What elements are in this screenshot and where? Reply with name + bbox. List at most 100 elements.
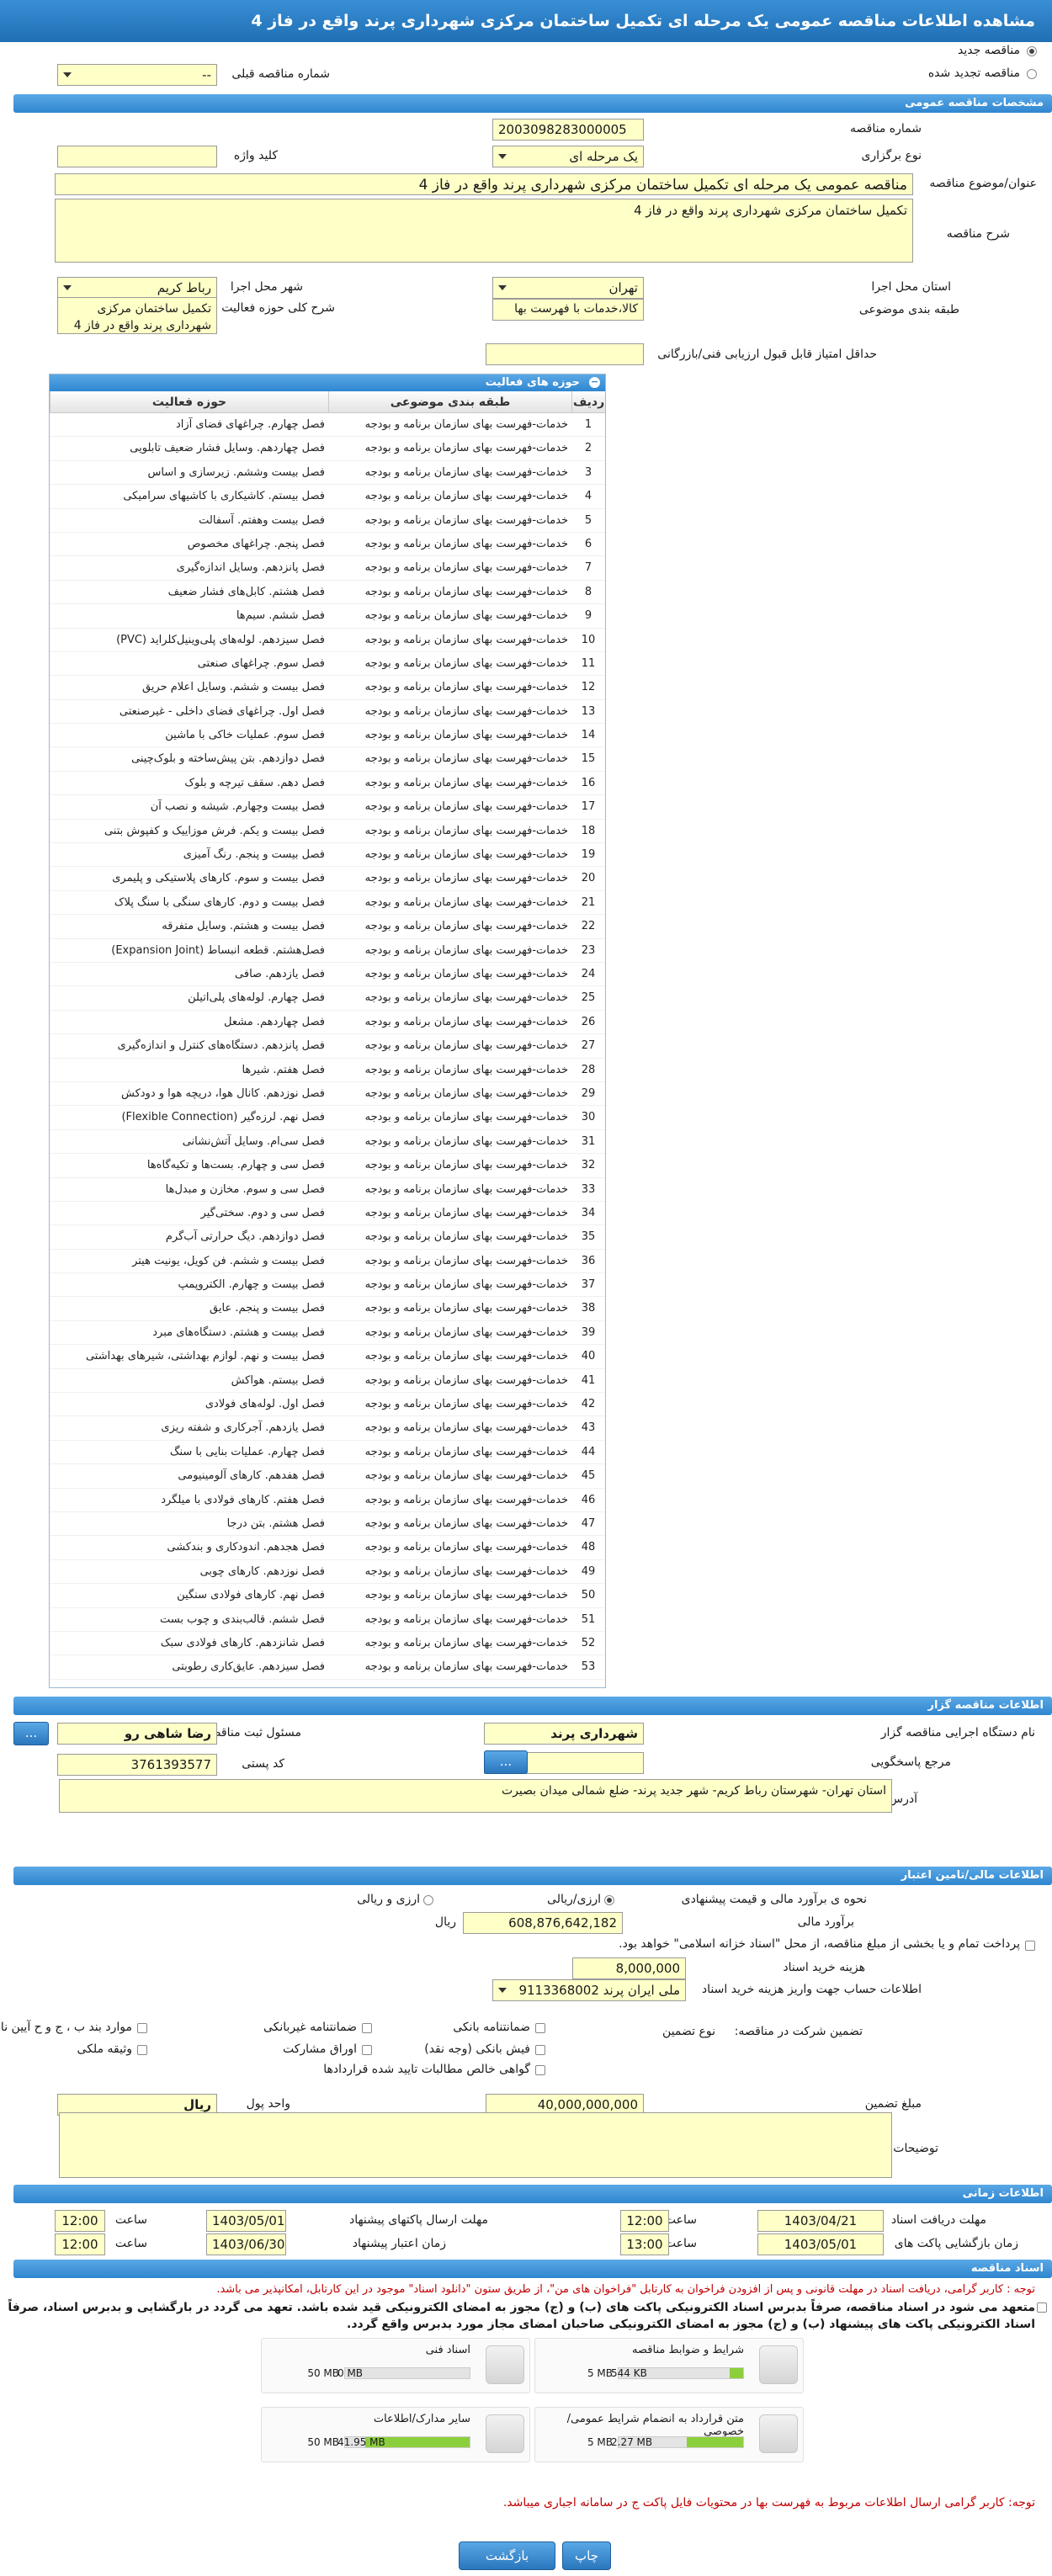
- table-row: 4 خدمات-فهرست بهای سازمان برنامه و بودجه ف…: [50, 485, 605, 509]
- checkbox-bonds[interactable]: [362, 2045, 372, 2055]
- label-renewed-tender: مناقصه تجدید شده: [927, 66, 1020, 80]
- org-field[interactable]: شهرداری پرند: [484, 1723, 644, 1745]
- table-row: 48 خدمات-فهرست بهای سازمان برنامه و بودجه…: [50, 1536, 605, 1560]
- province-select[interactable]: تهران: [492, 277, 644, 299]
- send-time-field[interactable]: 12:00: [55, 2210, 105, 2232]
- recv-date-field[interactable]: 1403/04/21: [757, 2210, 884, 2232]
- checkbox-nonbank-guarantee[interactable]: [362, 2023, 372, 2033]
- cell-category: خدمات-فهرست بهای سازمان برنامه و بودجه: [364, 656, 569, 670]
- city-select[interactable]: رباط کریم: [57, 277, 217, 299]
- cell-category: خدمات-فهرست بهای سازمان برنامه و بودجه: [364, 633, 569, 646]
- cell-activity: فصل نوزدهم. کارهای چوبی: [199, 1564, 325, 1578]
- cell-row-number: 34: [581, 1206, 596, 1219]
- file-usage-fill: [687, 2437, 743, 2447]
- table-row: 14 خدمات-فهرست بهای سازمان برنامه و بودجه…: [50, 724, 605, 748]
- open-date-field[interactable]: 1403/05/01: [757, 2233, 884, 2255]
- cell-category: خدمات-فهرست بهای سازمان برنامه و بودجه: [364, 609, 569, 623]
- label-recv-time: ساعت: [664, 2213, 697, 2227]
- cell-activity: فصل سی‌ام. وسایل آتش‌نشانی: [182, 1134, 325, 1148]
- cell-activity: فصل ششم. سیم‌ها: [236, 609, 325, 623]
- recv-time-field[interactable]: 12:00: [620, 2210, 669, 2232]
- cell-category: خدمات-فهرست بهای سازمان برنامه و بودجه: [364, 752, 569, 766]
- folder-icon: [759, 2345, 798, 2384]
- radio-renewed-tender[interactable]: [1027, 69, 1037, 79]
- cell-activity: فصل بیست وششم. زیرسازی و اساس: [147, 465, 325, 479]
- reference-lookup-button[interactable]: ...: [484, 1750, 528, 1774]
- cell-row-number: 17: [581, 800, 596, 814]
- cell-category: خدمات-فهرست بهای سازمان برنامه و بودجه: [364, 1493, 569, 1506]
- table-row: 1 خدمات-فهرست بهای سازمان برنامه و بودجه ف…: [50, 413, 605, 438]
- cell-category: خدمات-فهرست بهای سازمان برنامه و بودجه: [364, 1086, 569, 1100]
- cell-activity: فصل سی و چهارم. بست‌ها و تکیه‌گاه‌ها: [146, 1159, 325, 1172]
- collapse-icon[interactable]: −: [589, 377, 600, 388]
- send-date-field[interactable]: 1403/05/01: [206, 2210, 286, 2232]
- validity-date-field[interactable]: 1403/06/30: [206, 2233, 286, 2255]
- file-used: 41.95 MB: [337, 2436, 385, 2448]
- doc-fee-field[interactable]: 8,000,000: [572, 1957, 686, 1979]
- notes-textarea[interactable]: [59, 2112, 892, 2178]
- open-time-field[interactable]: 13:00: [620, 2233, 669, 2255]
- cell-category: خدمات-فهرست بهای سازمان برنامه و بودجه: [364, 1015, 569, 1028]
- file-box-terms[interactable]: شرایط و ضوابط مناقصه 5 MB 544 KB: [534, 2338, 804, 2393]
- file-used: 544 KB: [611, 2367, 647, 2379]
- cell-category: خدمات-فهرست بهای سازمان برنامه و بودجه: [364, 943, 569, 957]
- cell-row-number: 25: [581, 991, 596, 1005]
- label-new-tender: مناقصه جدید: [957, 44, 1020, 57]
- file-used: 0 MB: [337, 2367, 364, 2379]
- label-estimate-method: نحوه ی برآورد مالی و قیمت پیشنهادی: [681, 1893, 867, 1906]
- checkbox-property-collateral[interactable]: [137, 2045, 147, 2055]
- file-box-technical[interactable]: اسناد فنی 50 MB 0 MB: [261, 2338, 530, 2393]
- radio-new-tender[interactable]: [1027, 46, 1037, 56]
- min-score-input[interactable]: [486, 343, 644, 365]
- label-tender-number: شماره مناقصه: [850, 122, 922, 135]
- postal-field[interactable]: 3761393577: [57, 1754, 217, 1776]
- table-row: 33 خدمات-فهرست بهای سازمان برنامه و بودجه…: [50, 1178, 605, 1202]
- checkbox-regulation-items[interactable]: [137, 2023, 147, 2033]
- checkbox-claims-certificate[interactable]: [535, 2065, 545, 2075]
- cell-activity: فصل هجدهم. اندودکاری و بندکشی: [167, 1541, 325, 1554]
- radio-currency-or-rial[interactable]: [604, 1895, 614, 1905]
- estimate-field[interactable]: 608,876,642,182: [463, 1912, 623, 1934]
- cell-category: خدمات-فهرست بهای سازمان برنامه و بودجه: [364, 537, 569, 550]
- activity-grid-title: − حوزه های فعالیت: [50, 374, 605, 391]
- cell-activity: فصل هفتم. کارهای فولادی با میلگرد: [161, 1493, 325, 1506]
- cell-row-number: 33: [581, 1182, 596, 1196]
- type-select[interactable]: یک مرحله ای: [492, 146, 644, 167]
- prev-number-select[interactable]: --: [57, 64, 217, 86]
- print-button[interactable]: چاپ: [562, 2541, 611, 2570]
- subject-input[interactable]: مناقصه عمومی یک مرحله ای تکمیل ساختمان م…: [55, 173, 913, 195]
- table-row: 23 خدمات-فهرست بهای سازمان برنامه و بودجه…: [50, 939, 605, 963]
- cell-activity: فصل بیست و ششم. وسایل اعلام حریق: [141, 681, 325, 694]
- validity-time-field[interactable]: 12:00: [55, 2233, 105, 2255]
- cell-activity: فصل بیست و هشتم. دستگاه‌های مبرد: [152, 1325, 325, 1339]
- address-textarea[interactable]: استان تهران- شهرستان رباط کریم- شهر جدید…: [59, 1779, 892, 1813]
- checkbox-bank-guarantee[interactable]: [535, 2023, 545, 2033]
- cell-category: خدمات-فهرست بهای سازمان برنامه و بودجه: [364, 1325, 569, 1339]
- file-box-contract[interactable]: متن قرارداد به انضمام شرایط عمومی/خصوصی …: [534, 2407, 804, 2462]
- cell-activity: فصل دهم. سقف تیرچه و بلوک: [184, 776, 325, 789]
- responsible-field[interactable]: رضا شاهی رو: [57, 1723, 217, 1745]
- cell-category: خدمات-فهرست بهای سازمان برنامه و بودجه: [364, 1206, 569, 1219]
- file-max: 5 MB: [587, 2367, 613, 2379]
- description-textarea[interactable]: تکمیل ساختمان مرکزی شهرداری پرند واقع در…: [55, 199, 913, 263]
- cell-category: خدمات-فهرست بهای سازمان برنامه و بودجه: [364, 1302, 569, 1315]
- responsible-lookup-button[interactable]: ...: [13, 1722, 49, 1745]
- file-box-other[interactable]: سایر مدارک/اطلاعات 50 MB 41.95 MB: [261, 2407, 530, 2462]
- cell-category: خدمات-فهرست بهای سازمان برنامه و بودجه: [364, 1660, 569, 1674]
- keyword-input[interactable]: [57, 146, 217, 167]
- table-row: 9 خدمات-فهرست بهای سازمان برنامه و بودجه ف…: [50, 604, 605, 629]
- table-row: 29 خدمات-فهرست بهای سازمان برنامه و بودجه…: [50, 1082, 605, 1107]
- table-row: 45 خدمات-فهرست بهای سازمان برنامه و بودجه…: [50, 1464, 605, 1489]
- account-select[interactable]: ملی ایران پرند 9113368002: [492, 1979, 686, 2001]
- tender-number-field[interactable]: 2003098283000005: [492, 119, 644, 141]
- cell-category: خدمات-فهرست بهای سازمان برنامه و بودجه: [364, 490, 569, 503]
- commitment-checkbox[interactable]: [1037, 2302, 1047, 2313]
- table-row: 5 خدمات-فهرست بهای سازمان برنامه و بودجه ف…: [50, 509, 605, 533]
- back-button[interactable]: بازگشت: [459, 2541, 555, 2570]
- scope-textarea[interactable]: تکمیل ساختمان مرکزی شهرداری پرند واقع در…: [57, 297, 217, 334]
- cell-activity: فصل بیست و دوم. کارهای سنگی با سنگ پلاک: [114, 895, 325, 909]
- checkbox-bank-receipt[interactable]: [535, 2045, 545, 2055]
- islamic-treasury-checkbox[interactable]: [1025, 1941, 1035, 1951]
- category-field[interactable]: کالا،خدمات با فهرست بها: [492, 299, 644, 321]
- radio-currency-and-rial[interactable]: [423, 1895, 433, 1905]
